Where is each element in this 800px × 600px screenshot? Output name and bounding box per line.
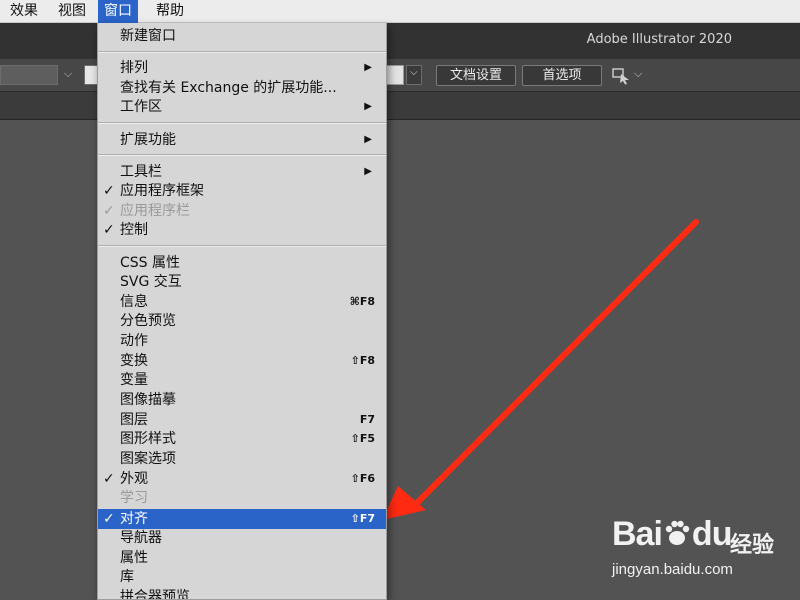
menu-separator — [98, 154, 386, 156]
menu-separator — [98, 122, 386, 124]
menu-item-navigator[interactable]: 导航器 — [98, 528, 386, 548]
shortcut-label: F7 — [359, 413, 375, 426]
menu-item-svg-interactivity[interactable]: SVG 交互 — [98, 272, 386, 292]
chevron-down-icon: ⌵ — [410, 67, 418, 78]
stroke-field[interactable] — [84, 65, 98, 85]
menu-item-application-frame[interactable]: ✓ 应用程序框架 — [98, 181, 386, 201]
chevron-down-icon[interactable]: ⌵ — [634, 67, 642, 81]
menu-help[interactable]: 帮助 — [150, 0, 190, 23]
menu-item-extensions[interactable]: 扩展功能 ▶ — [98, 130, 386, 150]
submenu-arrow-icon: ▶ — [364, 62, 372, 73]
checkmark-icon: ✓ — [103, 471, 115, 487]
checkmark-icon: ✓ — [103, 183, 115, 199]
menu-item-separations-preview[interactable]: 分色预览 — [98, 311, 386, 331]
menu-item-css-properties[interactable]: CSS 属性 — [98, 253, 386, 273]
menu-item-toolbars[interactable]: 工具栏 ▶ — [98, 162, 386, 182]
arrange-documents-icon[interactable] — [612, 67, 632, 85]
opacity-field[interactable] — [386, 65, 404, 85]
preferences-button[interactable]: 首选项 — [522, 65, 602, 86]
menu-window[interactable]: 窗口 — [98, 0, 138, 23]
menu-item-properties[interactable]: 属性 — [98, 548, 386, 568]
menu-item-workspace[interactable]: 工作区 ▶ — [98, 97, 386, 117]
menu-item-arrange[interactable]: 排列 ▶ — [98, 58, 386, 78]
shortcut-label: ⇧F5 — [350, 432, 375, 445]
shortcut-label: ⇧F8 — [350, 354, 375, 367]
shortcut-label: ⇧F7 — [350, 512, 375, 525]
opacity-dropdown[interactable]: ⌵ — [406, 65, 422, 85]
watermark-brand-text: 经验 — [730, 533, 775, 558]
shortcut-label: ⇧F6 — [350, 472, 375, 485]
checkmark-icon: ✓ — [103, 511, 115, 527]
menu-item-image-trace[interactable]: 图像描摹 — [98, 390, 386, 410]
paw-icon — [662, 518, 692, 548]
menu-item-actions[interactable]: 动作 — [98, 331, 386, 351]
menu-item-layers[interactable]: 图层 F7 — [98, 410, 386, 430]
menu-separator — [98, 245, 386, 247]
menu-item-libraries[interactable]: 库 — [98, 567, 386, 587]
menu-item-pattern-options[interactable]: 图案选项 — [98, 449, 386, 469]
submenu-arrow-icon: ▶ — [364, 101, 372, 112]
menu-item-info[interactable]: 信息 ⌘F8 — [98, 292, 386, 312]
menu-item-transform[interactable]: 变换 ⇧F8 — [98, 351, 386, 371]
menu-item-align[interactable]: ✓ 对齐 ⇧F7 — [98, 509, 386, 529]
checkmark-icon: ✓ — [103, 222, 115, 238]
baidu-logo: Bai du — [612, 515, 732, 553]
menu-item-learn: 学习 — [120, 490, 148, 506]
system-menu-bar: 效果 视图 窗口 帮助 — [0, 0, 800, 23]
menu-item-flattener-preview[interactable]: 拼合器预览 — [98, 587, 386, 599]
shortcut-label: ⌘F8 — [349, 295, 375, 308]
checkmark-icon: ✓ — [103, 203, 115, 219]
menu-item-new-window[interactable]: 新建窗口 — [98, 26, 386, 46]
menu-view[interactable]: 视图 — [52, 0, 92, 23]
submenu-arrow-icon: ▶ — [364, 134, 372, 145]
menu-item-graphic-styles[interactable]: 图形样式 ⇧F5 — [98, 429, 386, 449]
menu-item-variables[interactable]: 变量 — [98, 370, 386, 390]
fill-swatch-field[interactable] — [0, 65, 58, 85]
window-dropdown-menu: 新建窗口 排列 ▶ 查找有关 Exchange 的扩展功能... 工作区 ▶ 扩… — [97, 23, 387, 600]
submenu-arrow-icon: ▶ — [364, 166, 372, 177]
menu-item-application-bar: ✓ 应用程序栏 — [103, 203, 190, 219]
menu-item-control[interactable]: ✓ 控制 — [98, 220, 386, 240]
document-setup-button[interactable]: 文档设置 — [436, 65, 516, 86]
menu-item-appearance[interactable]: ✓ 外观 ⇧F6 — [98, 469, 386, 489]
chevron-down-icon[interactable]: ⌵ — [64, 67, 72, 81]
baidu-jingyan-watermark: Bai du 经验 jingyan.baidu.com — [612, 515, 792, 585]
menu-effect[interactable]: 效果 — [4, 0, 44, 23]
menu-separator — [98, 51, 386, 53]
app-title: Adobe Illustrator 2020 — [586, 32, 732, 47]
watermark-url: jingyan.baidu.com — [612, 561, 733, 578]
menu-item-find-exchange-extensions[interactable]: 查找有关 Exchange 的扩展功能... — [98, 78, 386, 98]
